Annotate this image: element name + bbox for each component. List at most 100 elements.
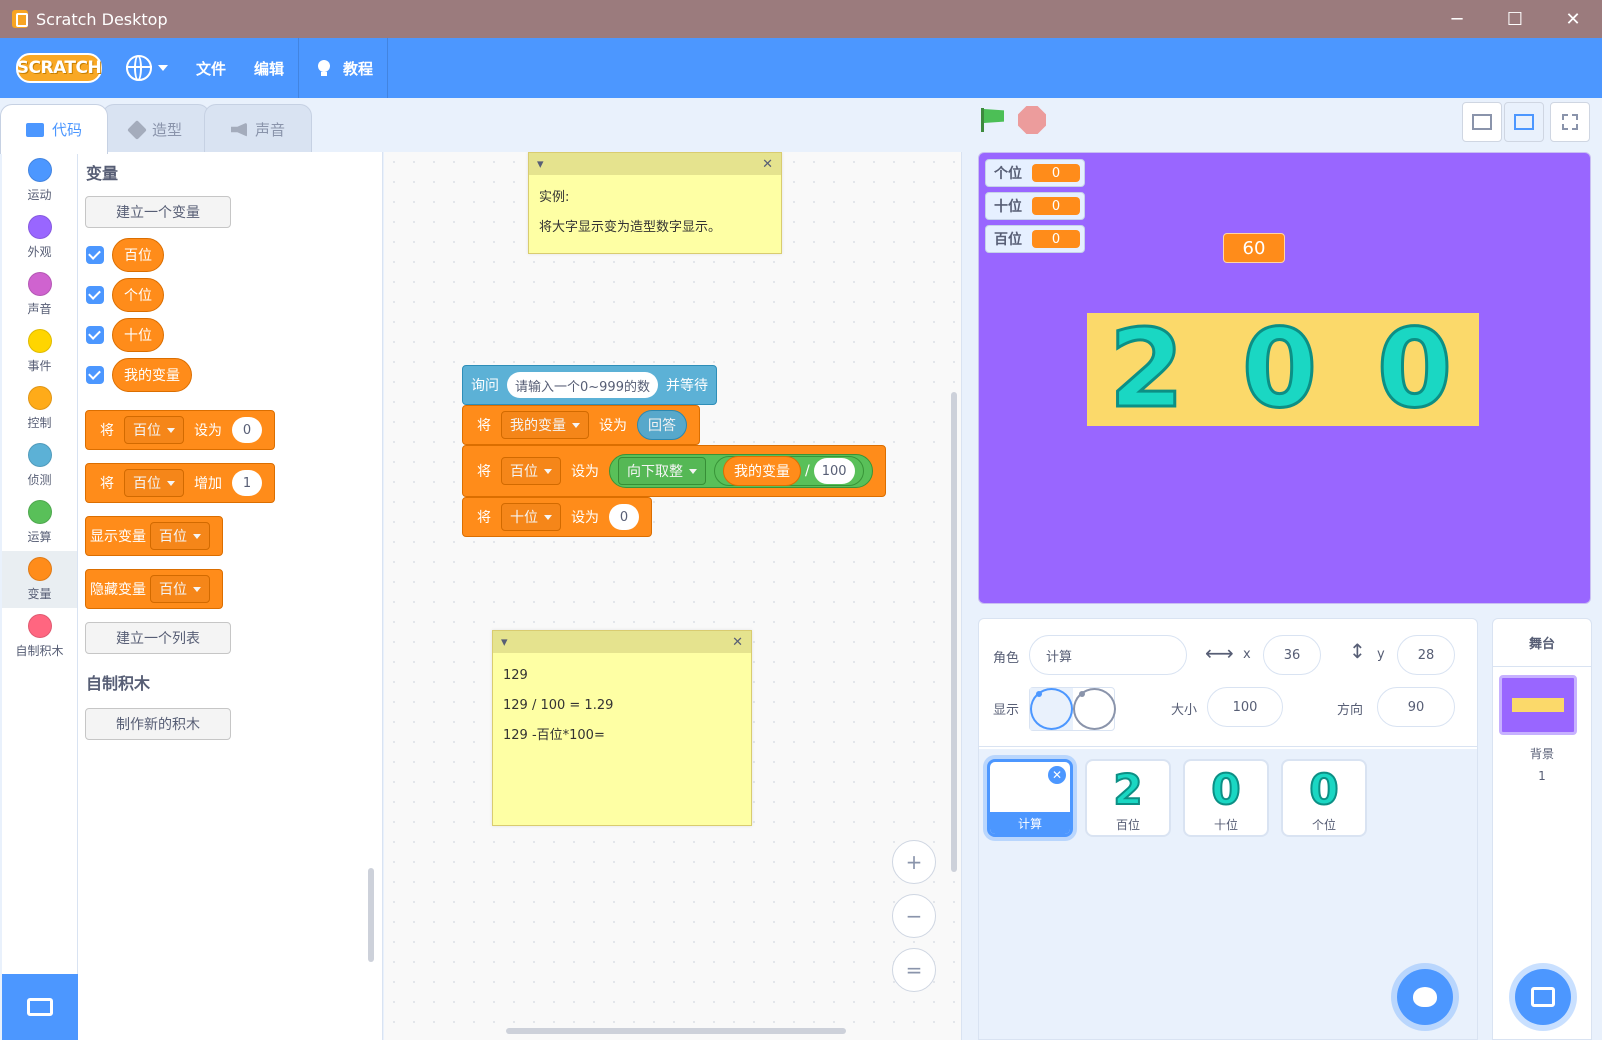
- add-extension-button[interactable]: [2, 974, 78, 1040]
- green-flag-icon[interactable]: [978, 106, 1006, 134]
- scratch-app-icon: [12, 10, 28, 28]
- backdrop-thumbnail[interactable]: [1499, 675, 1577, 735]
- comment-note[interactable]: ▾ ✕ 实例: 将大字显示变为造型数字显示。: [528, 152, 782, 254]
- sprite-name-input[interactable]: 计算: [1029, 635, 1187, 675]
- variable-monitor[interactable]: 百位 0: [985, 225, 1085, 253]
- divide-block[interactable]: 我的变量 / 100: [714, 456, 864, 486]
- sensing-dot-icon: [27, 443, 52, 467]
- sprite-tile[interactable]: ✕ 计算: [987, 759, 1073, 837]
- variable-reporter[interactable]: 我的变量: [112, 358, 192, 392]
- x-input[interactable]: 36: [1263, 635, 1321, 675]
- delete-sprite-icon[interactable]: ✕: [1048, 766, 1066, 784]
- sprite-tile[interactable]: 0 十位: [1183, 759, 1269, 837]
- zoom-out-button[interactable]: −: [892, 894, 936, 938]
- show-sprite-button[interactable]: [1030, 688, 1073, 730]
- zoom-reset-button[interactable]: =: [892, 948, 936, 992]
- tutorials-menu[interactable]: 教程: [299, 38, 387, 98]
- fullscreen-button[interactable]: [1550, 102, 1590, 142]
- variable-reporter[interactable]: 百位: [112, 238, 164, 272]
- answer-reporter[interactable]: 回答: [637, 410, 687, 440]
- variable-reporter[interactable]: 个位: [112, 278, 164, 312]
- comment-note[interactable]: ▾ ✕ 129 129 / 100 = 1.29 129 -百位*100=: [492, 630, 752, 826]
- variable-dropdown[interactable]: 百位: [150, 575, 210, 603]
- variable-dropdown[interactable]: 十位: [501, 503, 561, 531]
- divisor-input[interactable]: 100: [813, 458, 855, 484]
- set-variable-block[interactable]: 将 十位 设为 0: [462, 497, 652, 537]
- variable-monitor[interactable]: 个位 0: [985, 159, 1085, 187]
- change-variable-block[interactable]: 将 百位 增加 1: [85, 463, 275, 503]
- tab-costumes[interactable]: 造型: [102, 104, 210, 154]
- add-sprite-button[interactable]: [1397, 969, 1453, 1025]
- size-input[interactable]: 100: [1207, 687, 1283, 727]
- edit-menu[interactable]: 编辑: [240, 38, 298, 98]
- category-events[interactable]: 事件: [2, 323, 77, 380]
- variable-dropdown[interactable]: 百位: [124, 469, 184, 497]
- script-horizontal-scrollbar[interactable]: [506, 1028, 846, 1034]
- large-stage-button[interactable]: [1504, 102, 1544, 142]
- value-input[interactable]: 0: [232, 417, 262, 443]
- variable-reporter[interactable]: 我的变量: [723, 456, 801, 486]
- sprite-tile[interactable]: 0 个位: [1281, 759, 1367, 837]
- add-backdrop-button[interactable]: [1515, 969, 1571, 1025]
- collapse-icon[interactable]: ▾: [501, 635, 508, 650]
- show-variable-block[interactable]: 显示变量 百位: [85, 516, 223, 556]
- ask-prompt-input[interactable]: 请输入一个0~999的数: [507, 372, 658, 398]
- maximize-button[interactable]: ☐: [1486, 0, 1544, 38]
- palette-scrollbar[interactable]: [368, 868, 374, 962]
- file-menu[interactable]: 文件: [182, 38, 240, 98]
- set-variable-block[interactable]: 将 百位 设为 向下取整 我的变量 / 100: [462, 445, 886, 497]
- variable-reporter[interactable]: 十位: [112, 318, 164, 352]
- sprite-tile[interactable]: 2 百位: [1085, 759, 1171, 837]
- stage-canvas[interactable]: 个位 0 十位 0 百位 0 60 2 0 0: [978, 152, 1591, 604]
- monitor-value: 0: [1032, 197, 1080, 215]
- make-list-button[interactable]: 建立一个列表: [85, 622, 231, 654]
- language-menu[interactable]: [112, 38, 182, 98]
- set-variable-block[interactable]: 将 我的变量 设为 回答: [462, 405, 700, 445]
- variable-monitor[interactable]: 十位 0: [985, 192, 1085, 220]
- variable-checkbox[interactable]: [86, 326, 104, 344]
- category-sound[interactable]: 声音: [2, 266, 77, 323]
- digit-display-sprite[interactable]: 2 0 0: [1087, 309, 1479, 430]
- small-stage-button[interactable]: [1462, 102, 1502, 142]
- script-vertical-scrollbar[interactable]: [951, 392, 957, 872]
- variable-dropdown[interactable]: 百位: [150, 522, 210, 550]
- stop-icon[interactable]: [1018, 106, 1046, 134]
- script-area[interactable]: ▾ ✕ 实例: 将大字显示变为造型数字显示。 询问 请输入一个0~999的数 并等…: [384, 152, 962, 1040]
- category-sensing[interactable]: 侦测: [2, 437, 77, 494]
- category-looks[interactable]: 外观: [2, 209, 77, 266]
- make-block-button[interactable]: 制作新的积木: [85, 708, 231, 740]
- stage-selector[interactable]: 舞台 背景 1: [1492, 618, 1592, 1040]
- make-variable-button[interactable]: 建立一个变量: [85, 196, 231, 228]
- hide-variable-block[interactable]: 隐藏变量 百位: [85, 569, 223, 609]
- zoom-in-button[interactable]: +: [892, 840, 936, 884]
- category-variables[interactable]: 变量: [2, 551, 77, 608]
- y-input[interactable]: 28: [1397, 635, 1455, 675]
- variable-dropdown[interactable]: 我的变量: [501, 411, 589, 439]
- set-variable-block[interactable]: 将 百位 设为 0: [85, 410, 275, 450]
- tab-sounds[interactable]: 声音: [204, 104, 312, 154]
- ask-and-wait-block[interactable]: 询问 请输入一个0~999的数 并等待: [462, 365, 717, 405]
- scratch-logo[interactable]: SCRATCH: [16, 53, 102, 83]
- tab-code[interactable]: 代码: [0, 104, 108, 154]
- value-input[interactable]: 1: [232, 470, 262, 496]
- hide-sprite-button[interactable]: [1073, 688, 1116, 730]
- value-input[interactable]: 0: [609, 504, 639, 530]
- close-icon[interactable]: ✕: [762, 157, 773, 172]
- math-op-dropdown[interactable]: 向下取整: [618, 457, 706, 485]
- collapse-icon[interactable]: ▾: [537, 157, 544, 172]
- variable-dropdown[interactable]: 百位: [501, 457, 561, 485]
- category-control[interactable]: 控制: [2, 380, 77, 437]
- variable-checkbox[interactable]: [86, 246, 104, 264]
- category-my-blocks[interactable]: 自制积木: [2, 608, 77, 665]
- minimize-button[interactable]: ─: [1428, 0, 1486, 38]
- category-motion[interactable]: 运动: [2, 152, 77, 209]
- category-operators[interactable]: 运算: [2, 494, 77, 551]
- variable-checkbox[interactable]: [86, 286, 104, 304]
- direction-input[interactable]: 90: [1377, 687, 1455, 727]
- math-op-block[interactable]: 向下取整 我的变量 / 100: [609, 454, 873, 488]
- close-icon[interactable]: ✕: [732, 635, 743, 650]
- close-button[interactable]: ✕: [1544, 0, 1602, 38]
- tab-sounds-label: 声音: [254, 121, 285, 139]
- variable-checkbox[interactable]: [86, 366, 104, 384]
- variable-dropdown[interactable]: 百位: [124, 416, 184, 444]
